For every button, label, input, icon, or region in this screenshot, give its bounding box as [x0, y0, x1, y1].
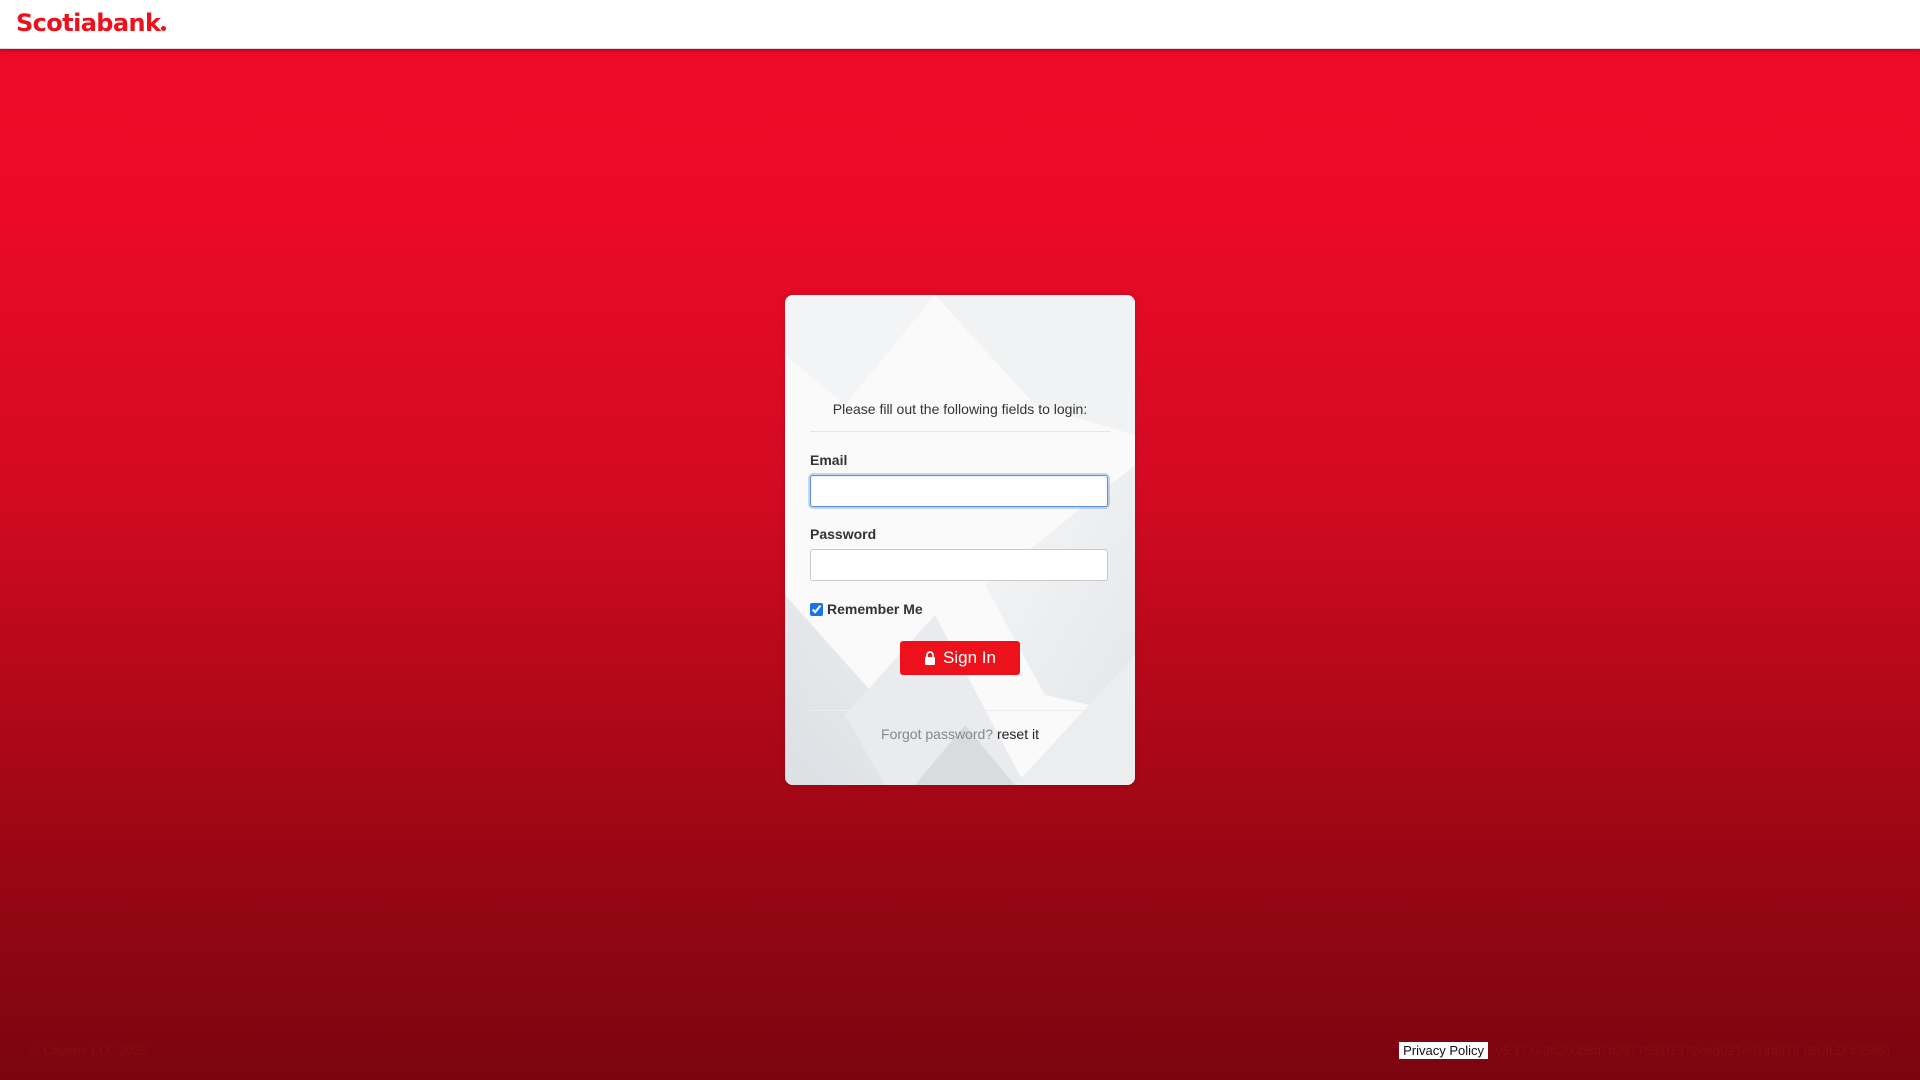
- reset-password-link[interactable]: reset it: [997, 726, 1039, 742]
- scotiabank-logo[interactable]: Scotiabank: [16, 9, 167, 37]
- divider: [810, 710, 1110, 711]
- privacy-policy-link[interactable]: Privacy Policy: [1399, 1042, 1489, 1059]
- top-header-bar: Scotiabank: [0, 0, 1920, 49]
- remember-me[interactable]: Remember Me: [810, 601, 923, 617]
- signin-row: Sign In: [810, 641, 1110, 675]
- lock-icon: [925, 651, 936, 665]
- login-prompt: Please fill out the following fields to …: [832, 401, 1088, 417]
- sign-in-button[interactable]: Sign In: [900, 641, 1020, 675]
- brand-name: Scotiabank: [16, 9, 161, 37]
- copyright: © Cavane LLC 2025: [30, 1043, 148, 1058]
- logo-dot-icon: [161, 26, 167, 31]
- divider: [810, 431, 1110, 432]
- remember-me-label: Remember Me: [827, 601, 923, 617]
- email-field[interactable]: [810, 475, 1108, 507]
- footer-right: Privacy Policy v5.17.0-3b2b0b8d7b2977581…: [1399, 1042, 1890, 1059]
- remember-me-checkbox[interactable]: [810, 602, 823, 616]
- forgot-password-row: Forgot password? reset it: [810, 726, 1110, 742]
- email-label: Email: [810, 452, 848, 468]
- forgot-password-text: Forgot password?: [881, 726, 994, 742]
- version-info: v5.17.0-3b2b0b8d7b2977581f1372eed021e914…: [1496, 1043, 1890, 1058]
- password-label: Password: [810, 526, 877, 542]
- login-card: Please fill out the following fields to …: [785, 295, 1135, 785]
- password-field[interactable]: [810, 549, 1108, 581]
- sign-in-label: Sign In: [943, 648, 996, 667]
